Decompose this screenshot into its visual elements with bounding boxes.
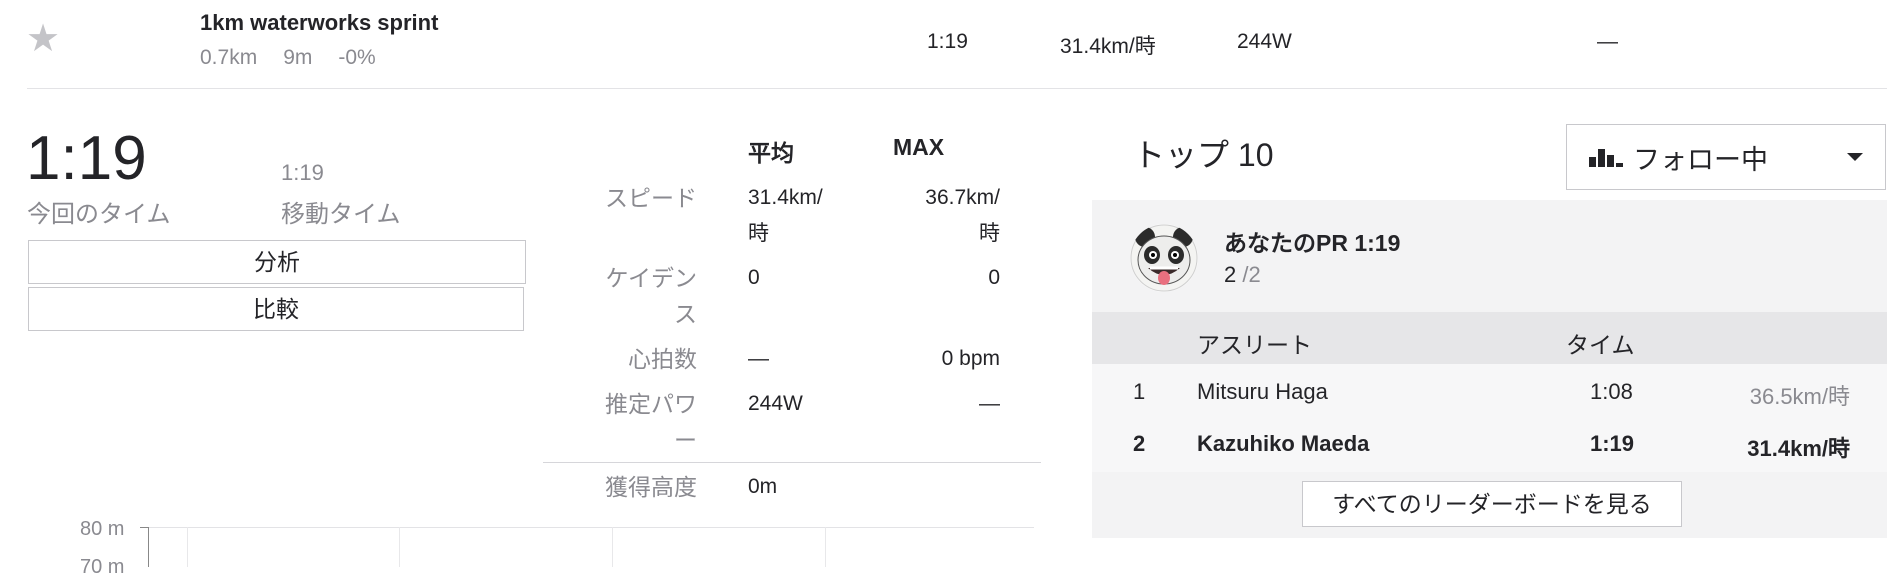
elevation-axis	[148, 527, 149, 567]
divider	[27, 88, 1887, 89]
elevation-y-tick: 70 m	[80, 556, 125, 578]
leaderboard-title: トップ 10	[1133, 137, 1274, 173]
elevation-vgrid	[825, 527, 826, 567]
segment-distance: 0.7km	[200, 46, 258, 69]
stats-label: ケイデンス	[605, 265, 697, 327]
segment-elevation: 9m	[283, 46, 313, 69]
analyze-button[interactable]: 分析	[28, 240, 526, 284]
segment-grade: -0%	[338, 46, 376, 69]
segment-meta: 0.7km 9m -0%	[200, 46, 402, 70]
segment-time: 1:19	[927, 30, 968, 53]
row-athlete[interactable]: Kazuhiko Maeda	[1197, 431, 1369, 457]
leaderboard-filter-dropdown[interactable]: フォロー中	[1566, 124, 1886, 190]
column-header-athlete[interactable]: アスリート	[1197, 326, 1312, 360]
stats-max: 0 bpm	[941, 347, 1000, 370]
star-icon[interactable]: ★	[26, 20, 60, 58]
row-time[interactable]: 1:08	[1590, 379, 1633, 405]
caret-down-icon	[1847, 153, 1863, 161]
elevation-vgrid	[187, 527, 188, 567]
stats-avg: 31.4km/時	[748, 186, 823, 245]
elevation-gain-value: 0m	[748, 475, 778, 498]
compare-button[interactable]: 比較	[28, 287, 524, 331]
stats-header-max: MAX	[893, 134, 945, 160]
segment-name[interactable]: 1km waterworks sprint	[200, 10, 438, 36]
stats-max: 36.7km/時	[925, 186, 1000, 245]
moving-label: 移動タイム	[281, 201, 401, 228]
moving-time: 1:19	[281, 160, 324, 185]
segment-power: 244W	[1237, 30, 1292, 53]
stats-avg: 244W	[748, 392, 803, 415]
elevation-y-tick: 80 m	[80, 518, 125, 540]
stats-max: 0	[988, 266, 1000, 289]
bar-chart-icon	[1589, 147, 1623, 167]
row-speed: 31.4km/時	[1747, 436, 1850, 461]
elevation-vgrid	[612, 527, 613, 567]
segment-extra: —	[1597, 30, 1618, 53]
stats-label: 心拍数	[628, 346, 697, 372]
stats-label: 推定パワー	[605, 391, 697, 453]
elapsed-time: 1:19	[26, 124, 147, 193]
row-speed: 36.5km/時	[1749, 384, 1850, 409]
stats-avg: —	[748, 347, 769, 370]
personal-record: あなたのPR 1:19	[1224, 230, 1401, 256]
column-header-time[interactable]: タイム	[1566, 326, 1635, 360]
leaderboard-filter-label: フォロー中	[1633, 144, 1768, 175]
stats-avg: 0	[748, 266, 760, 289]
row-athlete[interactable]: Mitsuru Haga	[1197, 379, 1328, 405]
elevation-gridline	[148, 527, 1034, 528]
elevation-gain-label: 獲得高度	[605, 474, 697, 500]
stats-header-avg: 平均	[748, 140, 794, 166]
stats-label: スピード	[605, 185, 697, 211]
view-all-leaderboards-button[interactable]: すべてのリーダーボードを見る	[1302, 481, 1682, 527]
panda-avatar[interactable]	[1130, 224, 1198, 292]
row-rank: 1	[1133, 379, 1146, 404]
row-rank: 2	[1133, 431, 1146, 456]
elevation-vgrid	[399, 527, 400, 567]
segment-speed: 31.4km/時	[1060, 35, 1156, 58]
elapsed-label: 今回のタイム	[27, 201, 171, 228]
stats-divider	[543, 462, 1041, 463]
stats-max: —	[979, 392, 1000, 415]
personal-rank: 2 /2	[1224, 262, 1261, 287]
elevation-axis-tick	[140, 527, 148, 528]
row-time[interactable]: 1:19	[1590, 431, 1634, 457]
